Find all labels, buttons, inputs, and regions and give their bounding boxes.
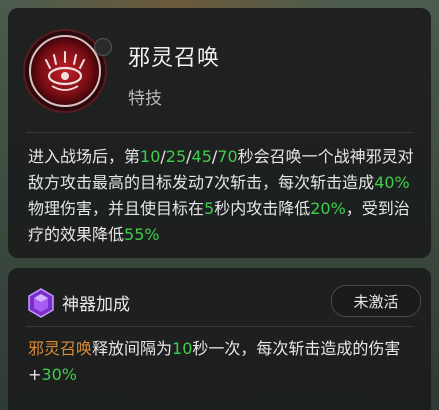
purple-gem-icon [28, 288, 54, 318]
number-highlight: 10 [140, 147, 161, 166]
text-segment: 物理伤害，并且使目标在 [28, 199, 205, 218]
text-segment: 秒内攻击降低 [214, 199, 311, 218]
skill-badge-dot [94, 38, 112, 56]
number-highlight: 5 [204, 199, 215, 218]
artifact-bonus-description: 邪灵召唤释放间隔为10秒一次，每次斩击造成的伤害+30% [28, 336, 417, 388]
number-highlight: 10 [172, 339, 193, 358]
text-segment: 释放间隔为 [92, 339, 173, 358]
skill-name-highlight: 邪灵召唤 [28, 339, 93, 358]
number-highlight: 20% [310, 199, 346, 218]
artifact-bonus-title: 神器加成 [62, 295, 130, 315]
number-highlight: 55% [124, 225, 160, 244]
number-highlight: 45 [191, 147, 212, 166]
status-badge[interactable]: 未激活 [331, 285, 421, 317]
text-segment: 进入战场后，第 [28, 147, 141, 166]
number-highlight: 25 [165, 147, 187, 166]
skill-name: 邪灵召唤 [128, 46, 221, 71]
skill-type: 特技 [128, 89, 162, 109]
skill-description: 进入战场后，第10/25/45/70秒会召唤一个战神邪灵对敌方攻击最高的目标发动… [28, 144, 417, 248]
divider [26, 132, 413, 133]
number-highlight: 70 [217, 147, 238, 166]
number-highlight: 40% [374, 173, 410, 192]
artifact-panel: 神器加成 未激活 邪灵召唤释放间隔为10秒一次，每次斩击造成的伤害+30% [8, 268, 431, 410]
divider [26, 326, 413, 327]
number-highlight: 30% [41, 365, 77, 384]
skill-panel: 邪灵召唤 特技 进入战场后，第10/25/45/70秒会召唤一个战神邪灵对敌方攻… [8, 8, 431, 258]
